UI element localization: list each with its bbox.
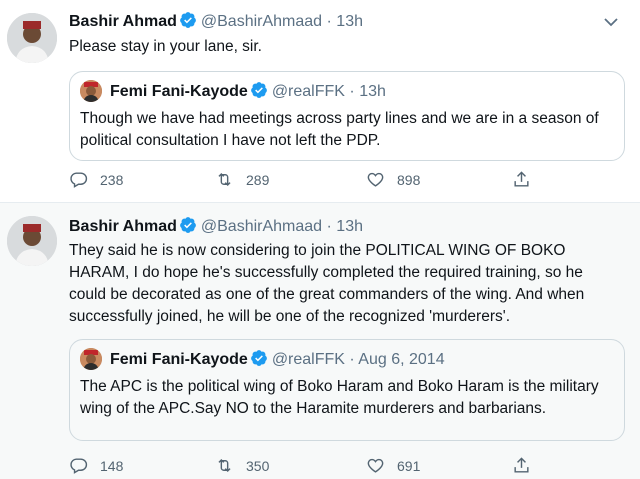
retweet-icon: [218, 458, 231, 473]
reply-button[interactable]: 148: [69, 456, 123, 475]
verified-badge-icon: [179, 12, 196, 28]
tweet-1[interactable]: Bashir Ahmad @BashirAhmaad · 13h Please s…: [0, 0, 640, 202]
heart-icon: [367, 458, 384, 473]
heart-icon: [367, 172, 384, 187]
author-name[interactable]: Bashir Ahmad: [69, 13, 177, 30]
retweet-count: 350: [246, 457, 270, 474]
verified-badge-icon: [250, 350, 267, 366]
share-button[interactable]: [512, 170, 543, 189]
author-avatar[interactable]: [7, 13, 57, 63]
author-avatar[interactable]: [7, 216, 57, 266]
tweet-actions: 148 350 691: [69, 456, 539, 478]
verified-badge-icon: [179, 217, 196, 233]
quoted-tweet[interactable]: Femi Fani-Kayode @realFFK · 13h Though we…: [69, 71, 625, 161]
separator-dot: ·: [349, 83, 355, 100]
reply-count: 148: [100, 457, 124, 474]
like-count: 691: [397, 457, 421, 474]
retweet-button[interactable]: 350: [215, 456, 269, 475]
quoted-tweet-header: Femi Fani-Kayode @realFFK · 13h: [110, 81, 386, 101]
author-name[interactable]: Bashir Ahmad: [69, 218, 177, 235]
author-handle[interactable]: @BashirAhmaad: [201, 218, 322, 235]
like-button[interactable]: 898: [366, 170, 420, 189]
quoted-tweet-time: Aug 6, 2014: [358, 351, 445, 368]
reply-button[interactable]: 238: [69, 170, 123, 189]
like-count: 898: [397, 171, 421, 188]
share-button[interactable]: [512, 456, 543, 475]
tweet-text: They said he is now considering to join …: [69, 242, 585, 325]
reply-icon: [70, 458, 88, 474]
retweet-count: 289: [246, 171, 270, 188]
share-icon: [514, 457, 529, 473]
retweet-button[interactable]: 289: [215, 170, 269, 189]
like-button[interactable]: 691: [366, 456, 420, 475]
more-options-icon[interactable]: [604, 14, 618, 32]
separator-dot: ·: [326, 13, 332, 30]
share-icon: [514, 171, 529, 187]
quoted-tweet-time: 13h: [359, 83, 386, 100]
tweet-header: Bashir Ahmad @BashirAhmaad · 13h: [69, 216, 363, 238]
separator-dot: ·: [349, 351, 355, 368]
tweet-2[interactable]: Bashir Ahmad @BashirAhmaad · 13h They sai…: [0, 202, 640, 479]
verified-badge-icon: [250, 82, 267, 98]
tweet-time[interactable]: 13h: [336, 13, 363, 30]
quoted-tweet-text: Though we have had meetings across party…: [80, 110, 599, 149]
tweet-text: Please stay in your lane, sir.: [69, 38, 262, 55]
quoted-tweet-text: The APC is the political wing of Boko Ha…: [80, 378, 599, 417]
quoted-author-handle: @realFFK: [271, 83, 345, 100]
author-handle[interactable]: @BashirAhmaad: [201, 13, 322, 30]
tweet-header: Bashir Ahmad @BashirAhmaad · 13h: [69, 11, 363, 33]
quoted-author-name: Femi Fani-Kayode: [110, 83, 248, 100]
reply-count: 238: [100, 171, 124, 188]
retweet-icon: [218, 172, 231, 187]
tweet-time[interactable]: 13h: [336, 218, 363, 235]
quoted-tweet-header: Femi Fani-Kayode @realFFK · Aug 6, 2014: [110, 349, 445, 369]
tweet-actions: 238 289 898: [69, 170, 539, 192]
quoted-author-avatar: [80, 348, 102, 370]
quoted-author-name: Femi Fani-Kayode: [110, 351, 248, 368]
quoted-author-avatar: [80, 80, 102, 102]
separator-dot: ·: [326, 218, 332, 235]
quoted-author-handle: @realFFK: [271, 351, 345, 368]
reply-icon: [70, 172, 88, 188]
quoted-tweet[interactable]: Femi Fani-Kayode @realFFK · Aug 6, 2014 T…: [69, 339, 625, 441]
